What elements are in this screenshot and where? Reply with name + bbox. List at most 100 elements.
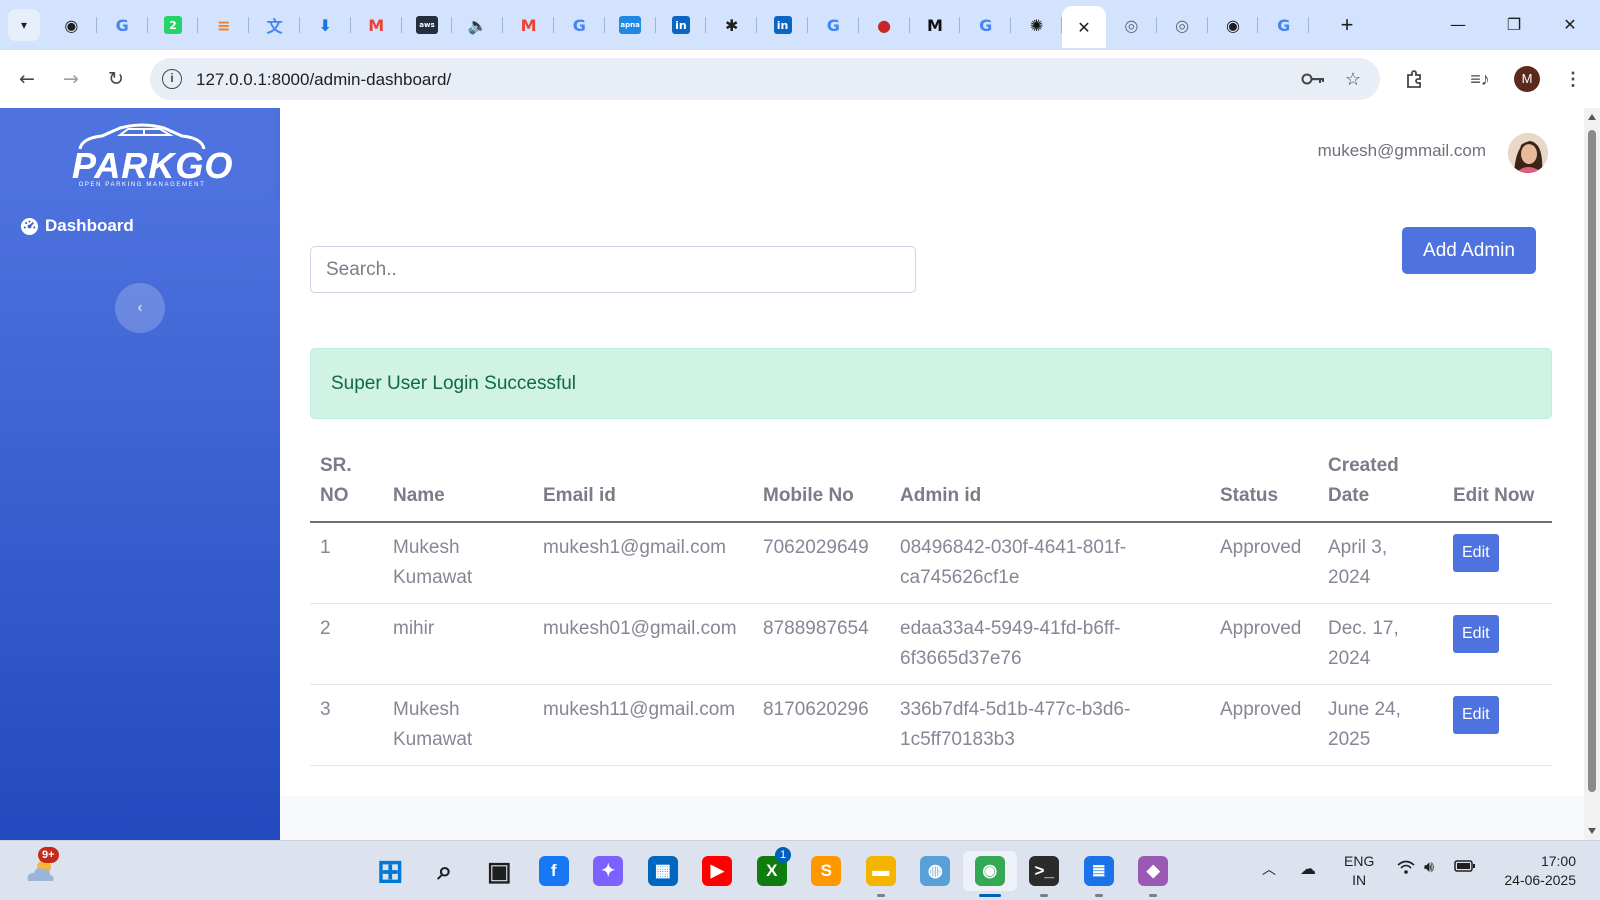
taskbar-app[interactable]: ▶ [690,851,745,891]
tab[interactable]: 🔈 [452,6,503,44]
wifi-icon[interactable] [1397,859,1415,880]
language-indicator[interactable]: ENG IN [1344,852,1374,890]
taskbar-app[interactable]: ▣ [472,851,527,891]
tab[interactable]: G [960,6,1011,44]
search-input[interactable] [310,246,916,293]
edit-button[interactable]: Edit [1453,615,1499,653]
github-icon: ◉ [1225,15,1240,35]
tab[interactable]: ◎ [1157,6,1208,44]
cell-mobile: 7062029649 [753,522,890,604]
download-icon: ⬇ [318,15,333,35]
tab[interactable]: G [808,6,859,44]
taskbar-app[interactable]: S [799,851,854,891]
user-avatar[interactable] [1508,133,1548,173]
site-info-icon[interactable]: i [162,69,182,89]
scroll-up-arrow-icon[interactable] [1588,114,1596,120]
vs-icon: ◆ [1138,856,1169,886]
system-clock[interactable]: 17:00 24-06-2025 [1496,852,1576,890]
tab-search-dropdown-icon[interactable]: ▾ [8,9,40,41]
edit-button[interactable]: Edit [1453,696,1499,734]
bookmark-star-icon[interactable]: ☆ [1340,67,1366,91]
volume-icon[interactable]: 🔊︎ [1424,859,1434,877]
taskbar: 9+ ⊞ ⌕ ▣ f ✦ ▦ ▶ X 1 S ▬ ◍ ◉ >_ ≣ ◆ ︿ ☁ ENG IN 🔊︎ 17:00… [0,840,1600,900]
taskbar-app[interactable]: >_ [1017,851,1072,897]
tab[interactable]: ◉ [46,6,97,44]
minimize-icon[interactable]: — [1436,8,1480,40]
taskbar-app[interactable]: ✦ [581,851,636,891]
tab[interactable]: ◎ [1106,6,1157,44]
taskbar-app[interactable]: ◍ [908,851,963,891]
header-created-date: Created Date [1318,443,1443,523]
tab[interactable]: G [97,6,148,44]
taskbar-app[interactable]: ≣ [1072,851,1127,897]
taskbar-app[interactable]: f [527,851,582,891]
brand-logo[interactable]: PARKGO OPEN PARKING MANAGEMENT [72,122,232,188]
reload-icon[interactable]: ↻ [100,63,132,95]
tab[interactable]: M [910,6,961,44]
tab[interactable]: ✺ [1011,6,1062,44]
onedrive-cloud-icon[interactable]: ☁ [1300,859,1316,879]
cell-status: Approved [1210,522,1318,604]
tab[interactable]: ✱ [706,6,757,44]
tab[interactable]: M [503,6,554,44]
media-control-icon[interactable]: ≡♪ [1465,64,1495,94]
user-email[interactable]: mukesh@gmmail.com [1318,141,1486,161]
url-text[interactable]: 127.0.0.1:8000/admin-dashboard/ [196,70,451,90]
password-key-icon[interactable] [1300,67,1326,91]
taskbar-app[interactable]: ▦ [636,851,691,891]
topbar: mukesh@gmmail.com [280,108,1584,196]
back-icon[interactable]: ← [11,63,43,95]
tab[interactable]: ◉ [1208,6,1259,44]
add-admin-button[interactable]: Add Admin [1402,227,1536,274]
tab[interactable]: 2 [148,6,199,44]
tab[interactable]: G [554,6,605,44]
page-scrollbar[interactable] [1584,108,1600,840]
chevron-up-icon[interactable]: ︿ [1262,859,1276,879]
app-badge: 1 [775,847,791,863]
tab[interactable]: apna [605,6,656,44]
header-name: Name [383,443,533,523]
tab[interactable]: aws [402,6,453,44]
running-indicator [978,894,1001,897]
gmail-icon: M [368,15,385,35]
battery-icon[interactable] [1454,859,1476,878]
cell-admin-id: edaa33a4-5949-41fd-b6ff-6f3665d37e76 [890,603,1210,685]
taskbar-app[interactable]: ◉ [962,851,1017,897]
extensions-icon[interactable] [1400,64,1430,94]
cell-created-date: June 24, 2025 [1318,684,1443,766]
tab[interactable]: in [757,6,808,44]
tab[interactable]: M [351,6,402,44]
gmail-icon: M [520,15,537,35]
taskbar-app[interactable]: ◆ [1126,851,1181,897]
search-icon: ⌕ [437,855,453,885]
forward-icon[interactable]: → [55,63,87,95]
sidebar-item-dashboard[interactable]: Dashboard [20,216,134,236]
tab[interactable]: ● [859,6,910,44]
google-translate-icon: 文 [266,17,283,36]
new-tab-button[interactable]: + [1332,10,1362,40]
tab[interactable]: 文 [249,6,300,44]
close-icon[interactable]: ✕ [1075,18,1093,37]
scroll-down-arrow-icon[interactable] [1588,828,1596,834]
profile-avatar[interactable]: M [1514,66,1540,92]
tab[interactable]: G [1258,6,1309,44]
github-icon: ◉ [64,15,79,35]
tab-active[interactable]: ✕ [1061,6,1106,48]
browser-menu-icon[interactable]: ⋮ [1558,64,1588,94]
tab[interactable]: ⬇ [300,6,351,44]
tab[interactable]: in [656,6,707,44]
tab[interactable]: ≡ [198,6,249,44]
window-close-icon[interactable]: ✕ [1548,8,1592,40]
clock-time: 17:00 [1540,853,1576,869]
address-bar[interactable]: i 127.0.0.1:8000/admin-dashboard/ ☆ [150,58,1380,100]
taskbar-app[interactable]: ⊞ [363,851,418,891]
google-icon: G [1277,15,1291,35]
sidebar-toggle-button[interactable]: ‹ [115,283,165,333]
audio-icon: 🔈 [467,15,488,35]
taskbar-app[interactable]: X1 [745,847,800,891]
scrollbar-thumb[interactable] [1588,130,1596,792]
restore-icon[interactable]: ❐ [1492,8,1536,40]
taskbar-app[interactable]: ▬ [854,851,909,897]
edit-button[interactable]: Edit [1453,534,1499,572]
taskbar-app[interactable]: ⌕ [418,851,473,891]
